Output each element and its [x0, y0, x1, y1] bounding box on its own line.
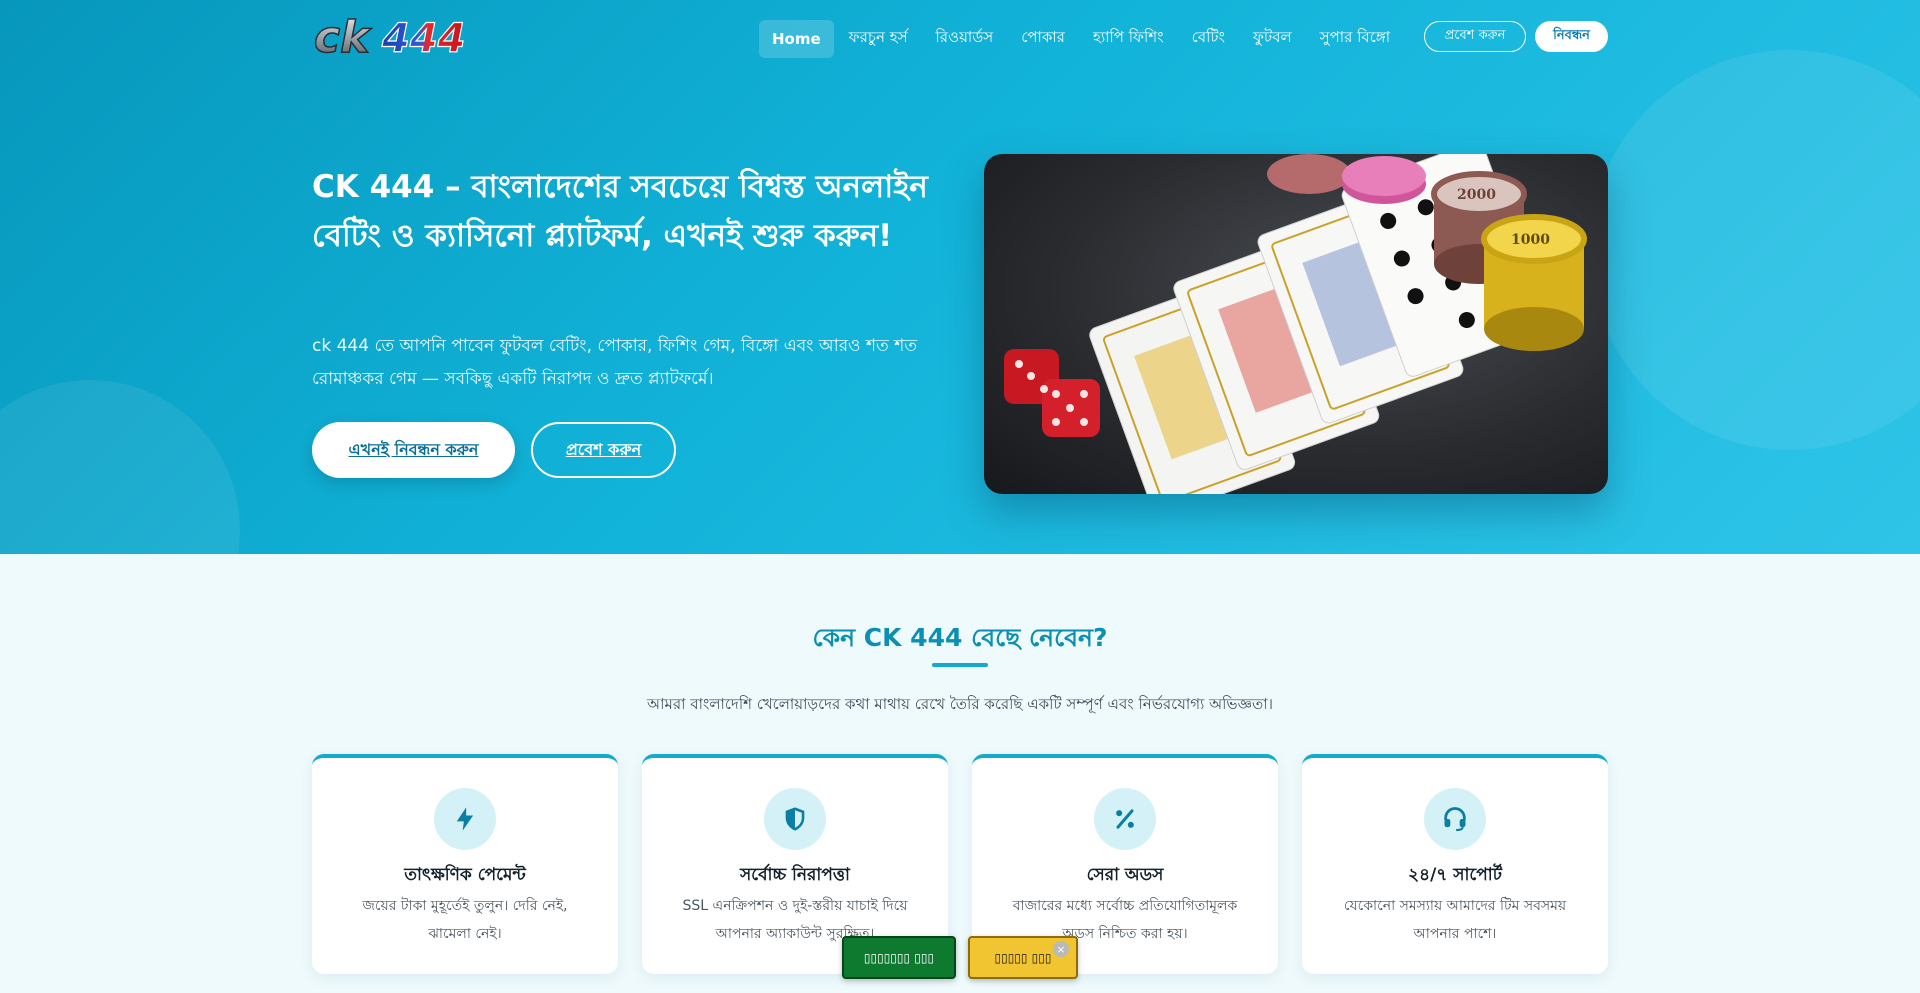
- red-dice: [1004, 349, 1100, 437]
- nav-fortune-horse[interactable]: ফরচুন হর্স: [836, 16, 921, 61]
- top-navigation: ck 444 Home ফরচুন হর্স রিওয়ার্ডস পোকার …: [0, 0, 1920, 72]
- percent-icon: [1116, 809, 1134, 829]
- feature-icon-wrapper: [1424, 788, 1486, 850]
- main-menu: Home ফরচুন হর্স রিওয়ার্ডস পোকার হ্যাপি …: [759, 16, 1403, 61]
- feature-title: তাৎক্ষণিক পেমেন্ট: [404, 865, 526, 885]
- hero-casino-image: 2000 1000: [984, 154, 1608, 494]
- feature-icon-wrapper: [1094, 788, 1156, 850]
- ck444-logo-icon: ck 444: [313, 11, 466, 64]
- title-underline: [932, 663, 988, 667]
- feature-card-support: ২৪/৭ সাপোর্ট যেকোনো সমস্যায় আমাদের টিম …: [1302, 754, 1608, 974]
- nav-super-bingo[interactable]: সুপার বিঙ্গো: [1307, 16, 1403, 61]
- hero-login-button[interactable]: প্রবেশ করুন: [531, 422, 676, 478]
- header-register-button[interactable]: নিবন্ধন: [1535, 21, 1608, 52]
- nav-football[interactable]: ফুটবল: [1240, 16, 1305, 61]
- header-login-button[interactable]: প্রবেশ করুন: [1424, 21, 1526, 52]
- feature-title: সর্বোচ্চ নিরাপত্তা: [740, 865, 850, 885]
- decorative-circle: [1590, 50, 1920, 450]
- floating-green-button[interactable]: ▯▯▯▯▯▯▯ ▯▯▯: [842, 936, 956, 979]
- hero-title: CK 444 – বাংলাদেশের সবচেয়ে বিশ্বস্ত অনল…: [312, 169, 928, 254]
- decorative-circle: [0, 380, 240, 554]
- shield-icon: [785, 807, 805, 831]
- feature-description: যেকোনো সমস্যায় আমাদের টিম সবসময় আপনার …: [1343, 898, 1567, 942]
- svg-text:1000: 1000: [1511, 232, 1550, 248]
- feature-icon-wrapper: [434, 788, 496, 850]
- feature-title: ২৪/৭ সাপোর্ট: [1408, 865, 1502, 885]
- feature-icon-wrapper: [764, 788, 826, 850]
- nav-home[interactable]: Home: [759, 19, 834, 58]
- floating-close-icon[interactable]: ×: [1053, 941, 1069, 957]
- cards-chips-dice-illustration: 2000 1000: [1004, 154, 1587, 494]
- hero-description: ck 444 তে আপনি পাবেন ফুটবল বেটিং, পোকার,…: [312, 336, 918, 389]
- nav-happy-fishing[interactable]: হ্যাপি ফিশিং: [1080, 16, 1177, 61]
- site-logo[interactable]: ck 444: [312, 11, 496, 64]
- svg-text:ck: ck: [314, 12, 372, 60]
- nav-betting[interactable]: বেটিং: [1179, 16, 1238, 61]
- features-subtitle: আমরা বাংলাদেশি খেলোয়াড়দের কথা মাথায় র…: [647, 695, 1273, 713]
- hero-register-button[interactable]: এখনই নিবন্ধন করুন: [312, 422, 515, 478]
- svg-text:2000: 2000: [1457, 187, 1496, 203]
- nav-poker[interactable]: পোকার: [1008, 16, 1078, 61]
- feature-title: সেরা অডস: [1086, 865, 1164, 885]
- features-title: কেন CK 444 বেছে নেবেন?: [812, 623, 1108, 652]
- feature-description: জয়ের টাকা মুহূর্তেই তুলুন। দেরি নেই, ঝা…: [362, 898, 568, 942]
- svg-text:444: 444: [381, 16, 466, 60]
- hero-section: ck 444 Home ফরচুন হর্স রিওয়ার্ডস পোকার …: [0, 0, 1920, 554]
- nav-rewards[interactable]: রিওয়ার্ডস: [923, 16, 1007, 61]
- feature-card-instant-payment: তাৎক্ষণিক পেমেন্ট জয়ের টাকা মুহূর্তেই ত…: [312, 754, 618, 974]
- headset-icon: [1444, 807, 1466, 832]
- lightning-icon: [456, 807, 474, 831]
